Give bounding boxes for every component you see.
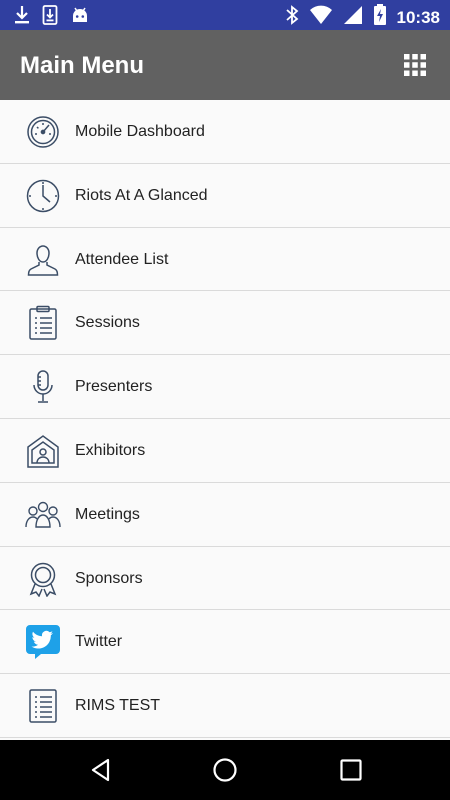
system-nav-bar xyxy=(0,740,450,800)
sd-card-download-icon xyxy=(42,5,58,30)
menu-item-sponsors[interactable]: Sponsors xyxy=(0,546,450,611)
battery-charging-icon xyxy=(373,4,387,31)
recents-icon[interactable] xyxy=(338,757,364,783)
menu-item-meetings[interactable]: Meetings xyxy=(0,482,450,547)
menu-item-mobile-dashboard[interactable]: Mobile Dashboard xyxy=(0,100,450,164)
bluetooth-icon xyxy=(285,4,299,31)
download-icon xyxy=(14,5,30,30)
android-debug-icon xyxy=(70,5,90,30)
award-ribbon-icon xyxy=(25,561,61,597)
person-icon xyxy=(25,242,61,278)
menu-item-presenters[interactable]: Presenters xyxy=(0,355,450,419)
cell-signal-icon xyxy=(343,4,363,31)
menu-item-label: Meetings xyxy=(75,505,140,523)
menu-item-label: Presenters xyxy=(75,378,153,396)
menu-item-rims-test[interactable]: RIMS TEST xyxy=(0,674,450,738)
menu-item-sessions[interactable]: Sessions xyxy=(0,291,450,356)
home-icon[interactable] xyxy=(212,757,238,783)
speedometer-icon xyxy=(25,114,61,150)
menu-item-label: Twitter xyxy=(75,633,123,651)
menu-item-label: Exhibitors xyxy=(75,441,146,459)
menu-item-twitter[interactable]: Twitter xyxy=(0,610,450,675)
microphone-icon xyxy=(25,369,61,405)
menu-item-label: RIMS TEST xyxy=(75,697,161,715)
page-title: Main Menu xyxy=(20,52,144,79)
menu-item-label: Mobile Dashboard xyxy=(75,123,205,140)
wifi-icon xyxy=(309,4,333,31)
menu-item-label: Sponsors xyxy=(75,569,143,587)
menu-item-label: Sessions xyxy=(75,314,140,332)
document-list-icon xyxy=(25,688,61,724)
clock-icon xyxy=(25,178,61,214)
menu-item-exhibitors[interactable]: Exhibitors xyxy=(0,418,450,483)
booth-icon xyxy=(25,433,61,469)
grid-apps-icon[interactable] xyxy=(404,54,426,76)
back-icon[interactable] xyxy=(88,757,114,783)
menu-item-label: Attendee List xyxy=(75,250,169,268)
clipboard-list-icon xyxy=(25,305,61,341)
status-bar: 10:38 xyxy=(0,0,450,30)
menu-item-label: Riots At A Glanced xyxy=(75,186,208,204)
main-menu-list: Mobile Dashboard Riots At A Glanced Atte… xyxy=(0,100,450,740)
twitter-bird-icon xyxy=(25,624,61,660)
app-bar: Main Menu xyxy=(0,30,450,100)
group-icon xyxy=(25,497,61,533)
menu-item-riots-at-a-glanced[interactable]: Riots At A Glanced xyxy=(0,163,450,228)
clock-time: 10:38 xyxy=(396,7,440,27)
menu-item-attendee-list[interactable]: Attendee List xyxy=(0,227,450,292)
